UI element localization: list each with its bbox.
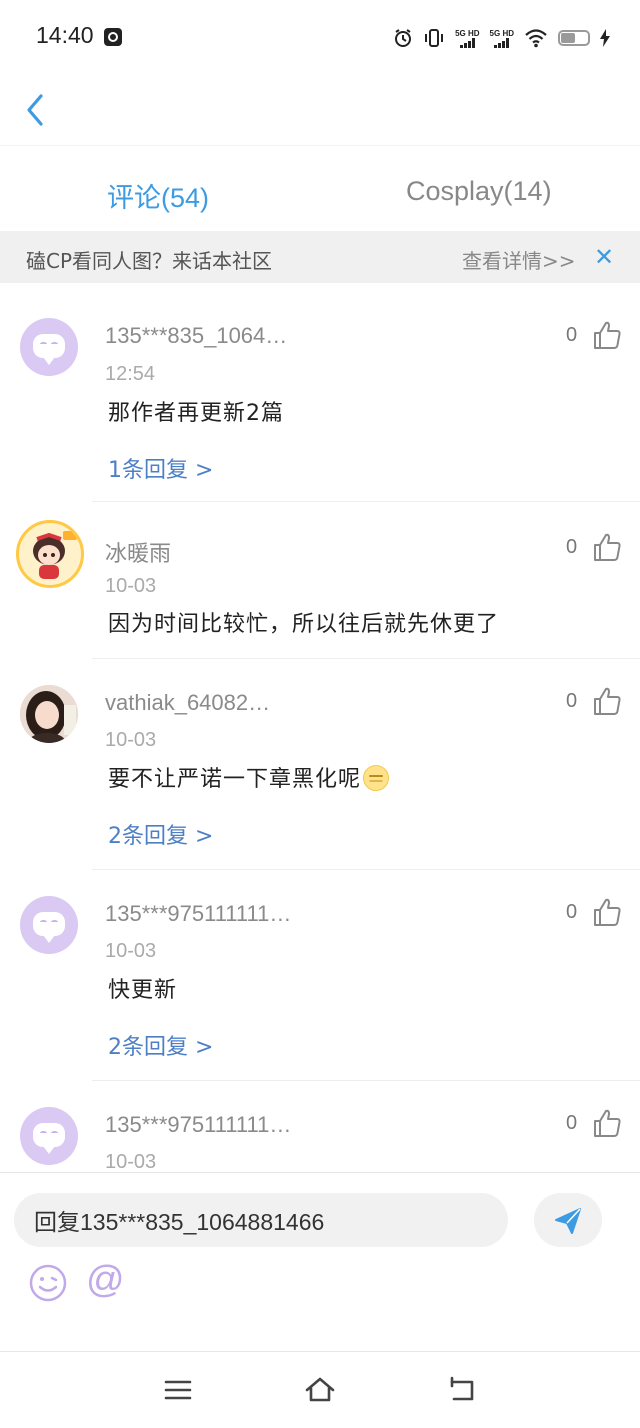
- like-count: 0: [566, 324, 578, 346]
- tab-comments[interactable]: 评论(54): [107, 176, 209, 215]
- send-button[interactable]: [534, 1193, 602, 1247]
- anime-girl-avatar[interactable]: [16, 520, 84, 588]
- back-icon[interactable]: [446, 1374, 478, 1406]
- photo-avatar-image: [20, 685, 78, 743]
- thumbs-up-icon[interactable]: [592, 320, 622, 350]
- default-avatar[interactable]: [20, 1107, 78, 1165]
- comment-item: 冰暖雨 10-03 因为时间比较忙，所以往后就先休更了 0: [0, 502, 640, 659]
- status-time: 14:40: [36, 22, 94, 48]
- vibrate-icon: [425, 29, 444, 47]
- anime-avatar-image: [19, 523, 81, 585]
- comment-content[interactable]: 那作者再更新2篇: [108, 395, 284, 427]
- comment-item: vathiak_64082… 10-03 要不让严诺一下章黑化呢 2条回复 > …: [0, 659, 640, 870]
- thumbs-up-icon[interactable]: [592, 686, 622, 716]
- network-label: 5G HD: [489, 28, 514, 38]
- photo-avatar[interactable]: [20, 685, 78, 743]
- like-count: 0: [566, 690, 578, 712]
- status-icons: 5G HD 5G HD: [393, 24, 610, 52]
- comment-username[interactable]: 冰暖雨: [105, 536, 171, 568]
- comment-content[interactable]: 要不让严诺一下章黑化呢: [108, 761, 390, 793]
- comment-list: 135***835_1064… 12:54 那作者再更新2篇 1条回复 > 0 …: [0, 283, 640, 1172]
- home-icon[interactable]: [304, 1374, 336, 1406]
- default-avatar[interactable]: [20, 896, 78, 954]
- signal-icon: 5G HD: [455, 28, 480, 48]
- comment-time: 12:54: [105, 363, 156, 385]
- like-count: 0: [566, 536, 578, 558]
- back-chevron-icon[interactable]: [20, 92, 56, 128]
- banner-text: 磕CP看同人图？来话本社区: [26, 249, 273, 273]
- like-count: 0: [566, 1112, 578, 1134]
- promo-banner: 磕CP看同人图？来话本社区 查看详情>> ✕: [0, 231, 640, 283]
- banner-details-link[interactable]: 查看详情>>: [462, 245, 576, 274]
- app-notification-icon: [104, 28, 122, 46]
- send-icon: [555, 1208, 581, 1234]
- default-avatar[interactable]: [20, 318, 78, 376]
- system-nav-bar: [0, 1352, 640, 1428]
- reply-bar: @: [0, 1172, 640, 1352]
- alarm-icon: [395, 29, 412, 47]
- signal-icon: 5G HD: [490, 29, 514, 48]
- wifi-icon: [525, 29, 547, 48]
- network-label: 5G HD: [455, 28, 480, 38]
- status-bar: 14:40 5G HD 5G HD: [0, 0, 640, 76]
- comment-time: 10-03: [105, 729, 157, 751]
- comment-username[interactable]: vathiak_64082…: [105, 690, 270, 716]
- comment-time: 10-03: [105, 1151, 157, 1172]
- view-replies-link[interactable]: 1条回复 >: [108, 452, 213, 484]
- emoji-icon[interactable]: [28, 1263, 68, 1303]
- comment-time: 10-03: [105, 575, 157, 597]
- comment-item: 135***835_1064… 12:54 那作者再更新2篇 1条回复 > 0: [0, 283, 640, 502]
- comment-content[interactable]: 快更新: [108, 972, 177, 1004]
- comment-time: 10-03: [105, 940, 157, 962]
- comment-username[interactable]: 135***975111111…: [105, 901, 291, 927]
- like-count: 0: [566, 901, 578, 923]
- comment-content[interactable]: 因为时间比较忙，所以往后就先休更了: [108, 606, 499, 638]
- charging-icon: [600, 29, 610, 47]
- thumbs-up-icon[interactable]: [592, 532, 622, 562]
- comment-username[interactable]: 135***835_1064…: [105, 323, 287, 349]
- tab-cosplay[interactable]: Cosplay(14): [406, 176, 552, 207]
- thumbs-up-icon[interactable]: [592, 1108, 622, 1138]
- comment-text: 要不让严诺一下章黑化呢: [108, 767, 362, 792]
- mention-button[interactable]: @: [86, 1259, 125, 1302]
- comment-username[interactable]: 135***975111111…: [105, 1112, 291, 1138]
- comment-item: 135***975111111… 10-03 0: [0, 1081, 640, 1172]
- close-icon[interactable]: ✕: [594, 243, 614, 271]
- reply-input[interactable]: [14, 1193, 508, 1247]
- smile-emoji-icon: [363, 765, 390, 791]
- comment-item: 135***975111111… 10-03 快更新 2条回复 > 0: [0, 870, 640, 1081]
- view-replies-link[interactable]: 2条回复 >: [108, 818, 213, 850]
- battery-level: [561, 33, 575, 43]
- thumbs-up-icon[interactable]: [592, 897, 622, 927]
- battery-icon: [558, 30, 590, 46]
- tab-bar: 评论(54) Cosplay(14): [0, 145, 640, 231]
- view-replies-link[interactable]: 2条回复 >: [108, 1029, 213, 1061]
- menu-icon[interactable]: [162, 1374, 194, 1406]
